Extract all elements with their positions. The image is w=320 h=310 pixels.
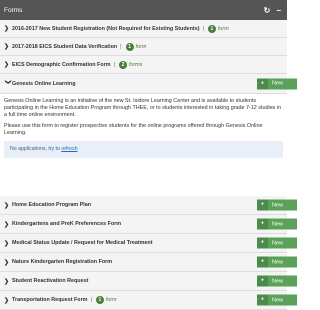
form-row-label: 2017-2018 EICS Student Data Verification xyxy=(12,43,118,50)
chevron-right-icon: ❯ xyxy=(4,240,10,247)
description-paragraph: Please use this form to register prospec… xyxy=(4,123,263,136)
plus-icon: + xyxy=(257,256,268,268)
chevron-right-icon: ❯ xyxy=(4,221,10,228)
refresh-icon[interactable]: ↻ xyxy=(264,6,271,15)
form-row-label: Genesis Online Learning xyxy=(12,80,76,87)
form-row-label: EICS Demographic Confirmation Form xyxy=(12,61,111,68)
count-badge: 1 xyxy=(125,42,134,51)
form-count-suffix: form xyxy=(135,43,147,50)
form-row-home-education[interactable]: ❯ Home Education Program Plan + New xyxy=(0,196,297,215)
no-applications-notice: No applications, try to refresh xyxy=(4,141,283,158)
form-count-suffix: form xyxy=(217,25,229,32)
plus-icon: + xyxy=(257,78,268,89)
form-row-medical[interactable]: ❯ Medical Status Update / Request for Me… xyxy=(0,234,297,253)
new-button[interactable]: + New xyxy=(257,294,297,306)
plus-icon: + xyxy=(257,199,268,211)
form-row-data-verification[interactable]: ❯ 2017-2018 EICS Student Data Verificati… xyxy=(0,38,287,56)
chevron-right-icon: ❯ xyxy=(4,278,10,285)
minus-icon[interactable]: − xyxy=(276,6,281,15)
form-count-suffix: form xyxy=(105,297,117,303)
chevron-right-icon: ❯ xyxy=(4,62,10,68)
form-row-kindergarten-prefs[interactable]: ❯ Kindergartens and PreK Preferences For… xyxy=(0,215,297,234)
form-row-label: Kindergartens and PreK Preferences Form xyxy=(12,221,122,227)
genesis-description: Genesis Online Learning is an initiative… xyxy=(0,94,287,196)
chevron-right-icon: ❯ xyxy=(4,44,10,50)
count-badge: 1 xyxy=(95,296,104,304)
chevron-right-icon: ❯ xyxy=(4,26,10,32)
forms-list: ❯ 2016-2017 New Student Registration (No… xyxy=(0,20,297,310)
form-row-label: Student Reactivation Request xyxy=(12,278,89,284)
new-button[interactable]: + New xyxy=(257,237,297,249)
chevron-right-icon: ❯ xyxy=(4,202,10,209)
count-badge: 2 xyxy=(118,60,127,69)
form-count-suffix: forms xyxy=(128,61,143,68)
form-row-demographic[interactable]: ❯ EICS Demographic Confirmation Form | 2… xyxy=(0,56,287,74)
new-button[interactable]: + New xyxy=(257,275,297,287)
new-button[interactable]: + New xyxy=(257,256,297,268)
plus-icon: + xyxy=(257,237,268,249)
chevron-down-icon: ❯ xyxy=(4,79,11,85)
plus-icon: + xyxy=(257,294,268,306)
form-row-label: Medical Status Update / Request for Medi… xyxy=(12,240,153,246)
panel-title: Forms xyxy=(4,6,23,14)
form-row-label: Transportation Request Form xyxy=(12,297,88,303)
form-row-nature-kindergarten[interactable]: ❯ Nature Kindergarten Registration Form … xyxy=(0,253,297,272)
count-badge: 1 xyxy=(207,24,216,33)
forms-panel: Forms ↻ − ❯ 2016-2017 New Student Regist… xyxy=(0,0,297,310)
form-row-reactivation[interactable]: ❯ Student Reactivation Request + New xyxy=(0,272,297,291)
new-button[interactable]: + New xyxy=(257,78,297,89)
chevron-right-icon: ❯ xyxy=(4,259,10,266)
form-row-genesis[interactable]: ❯ Genesis Online Learning + New xyxy=(0,74,297,94)
plus-icon: + xyxy=(257,218,268,230)
new-button[interactable]: + New xyxy=(257,199,297,211)
form-row-label: Nature Kindergarten Registration Form xyxy=(12,259,113,265)
description-paragraph: Genesis Online Learning is an initiative… xyxy=(4,98,282,118)
new-button[interactable]: + New xyxy=(257,218,297,230)
plus-icon: + xyxy=(257,275,268,287)
form-row-registration[interactable]: ❯ 2016-2017 New Student Registration (No… xyxy=(0,20,287,38)
form-row-label: 2016-2017 New Student Registration (Not … xyxy=(12,25,200,32)
chevron-right-icon: ❯ xyxy=(4,297,10,304)
form-row-transportation[interactable]: ❯ Transportation Request Form | 1 form +… xyxy=(0,291,297,310)
refresh-link[interactable]: refresh xyxy=(61,146,77,152)
panel-header: Forms ↻ − xyxy=(0,0,287,20)
form-row-label: Home Education Program Plan xyxy=(12,202,92,208)
